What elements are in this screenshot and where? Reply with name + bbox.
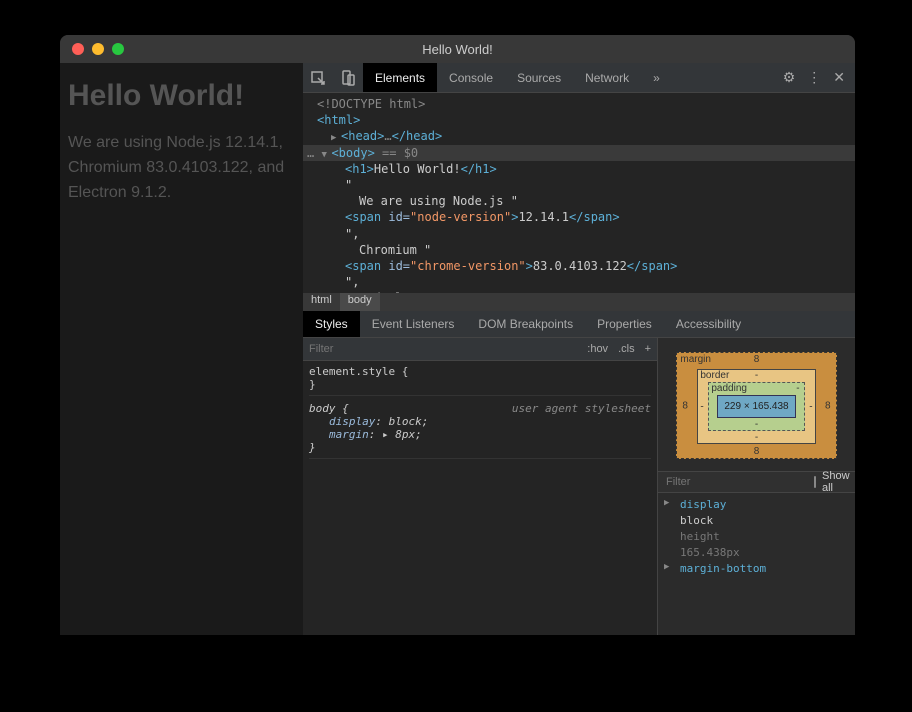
close-icon[interactable]: [72, 43, 84, 55]
maximize-icon[interactable]: [112, 43, 124, 55]
cls-toggle[interactable]: .cls: [618, 343, 635, 355]
head-node[interactable]: <head>: [341, 129, 384, 143]
subtab-properties[interactable]: Properties: [585, 311, 664, 337]
span-chrome-version[interactable]: <span: [345, 259, 388, 273]
doctype-node[interactable]: <!DOCTYPE html>: [317, 97, 425, 111]
subtab-styles[interactable]: Styles: [303, 311, 360, 337]
element-style-section[interactable]: element.style { }: [309, 365, 651, 396]
devtools-tabs: Elements Console Sources Network » ⚙ ⋮ ✕: [303, 63, 855, 93]
window-title: Hello World!: [422, 42, 493, 57]
show-all-checkbox[interactable]: [814, 476, 816, 488]
computed-list: ▶display block height 165.438px ▶margin-…: [658, 493, 855, 581]
subtab-accessibility[interactable]: Accessibility: [664, 311, 753, 337]
html-node[interactable]: <html>: [317, 113, 360, 127]
span-node-version[interactable]: <span: [345, 210, 388, 224]
padding-label: padding: [711, 383, 747, 394]
collapse-icon[interactable]: ▼: [321, 149, 331, 161]
minimize-icon[interactable]: [92, 43, 104, 55]
subtab-dom-breakpoints[interactable]: DOM Breakpoints: [466, 311, 585, 337]
box-model[interactable]: margin 8 8 8 8 border - - - -: [658, 338, 855, 471]
selected-node-row[interactable]: … ▼<body> == $0: [303, 145, 855, 161]
gear-icon[interactable]: ⚙: [783, 69, 796, 86]
hov-toggle[interactable]: :hov: [587, 343, 608, 355]
subtab-event-listeners[interactable]: Event Listeners: [360, 311, 467, 337]
margin-label: margin: [680, 354, 711, 365]
styles-pane: :hov .cls + element.style { } body {user…: [303, 338, 657, 635]
inspect-icon[interactable]: [303, 70, 333, 86]
crumb-body[interactable]: body: [340, 293, 380, 311]
computed-pane: margin 8 8 8 8 border - - - -: [657, 338, 855, 635]
traffic-lights: [60, 43, 124, 55]
page-body-text: We are using Node.js 12.14.1, Chromium 8…: [68, 131, 295, 205]
computed-row[interactable]: ▶display: [664, 497, 849, 513]
page-heading: Hello World!: [68, 79, 295, 113]
h1-node[interactable]: <h1>: [345, 162, 374, 176]
tabs-overflow-icon[interactable]: »: [641, 63, 672, 92]
breadcrumb: html body: [303, 293, 855, 311]
show-all-label: Show all: [822, 470, 850, 494]
border-label: border: [700, 370, 729, 381]
styles-subtabs: Styles Event Listeners DOM Breakpoints P…: [303, 311, 855, 338]
content-dims: 229 × 165.438: [717, 395, 795, 418]
body-uas-section[interactable]: body {user agent stylesheet display: blo…: [309, 402, 651, 459]
rendered-page: Hello World! We are using Node.js 12.14.…: [60, 63, 303, 635]
computed-row[interactable]: ▶margin-bottom: [664, 561, 849, 577]
tab-network[interactable]: Network: [573, 63, 641, 92]
computed-row[interactable]: height: [664, 529, 849, 545]
dom-tree[interactable]: <!DOCTYPE html> <html> ▶<head>…</head> ……: [303, 93, 855, 293]
computed-filter-input[interactable]: [666, 476, 808, 488]
tab-sources[interactable]: Sources: [505, 63, 573, 92]
device-icon[interactable]: [333, 70, 363, 86]
crumb-html[interactable]: html: [303, 293, 340, 311]
expand-icon[interactable]: ▶: [331, 132, 341, 144]
tab-console[interactable]: Console: [437, 63, 505, 92]
titlebar: Hello World!: [60, 35, 855, 63]
devtools-panel: Elements Console Sources Network » ⚙ ⋮ ✕…: [303, 63, 855, 635]
new-rule-icon[interactable]: +: [645, 343, 651, 355]
app-window: Hello World! Hello World! We are using N…: [60, 35, 855, 635]
styles-filter-input[interactable]: [309, 343, 577, 355]
kebab-icon[interactable]: ⋮: [807, 69, 821, 86]
close-devtools-icon[interactable]: ✕: [833, 69, 845, 86]
tab-elements[interactable]: Elements: [363, 63, 437, 92]
